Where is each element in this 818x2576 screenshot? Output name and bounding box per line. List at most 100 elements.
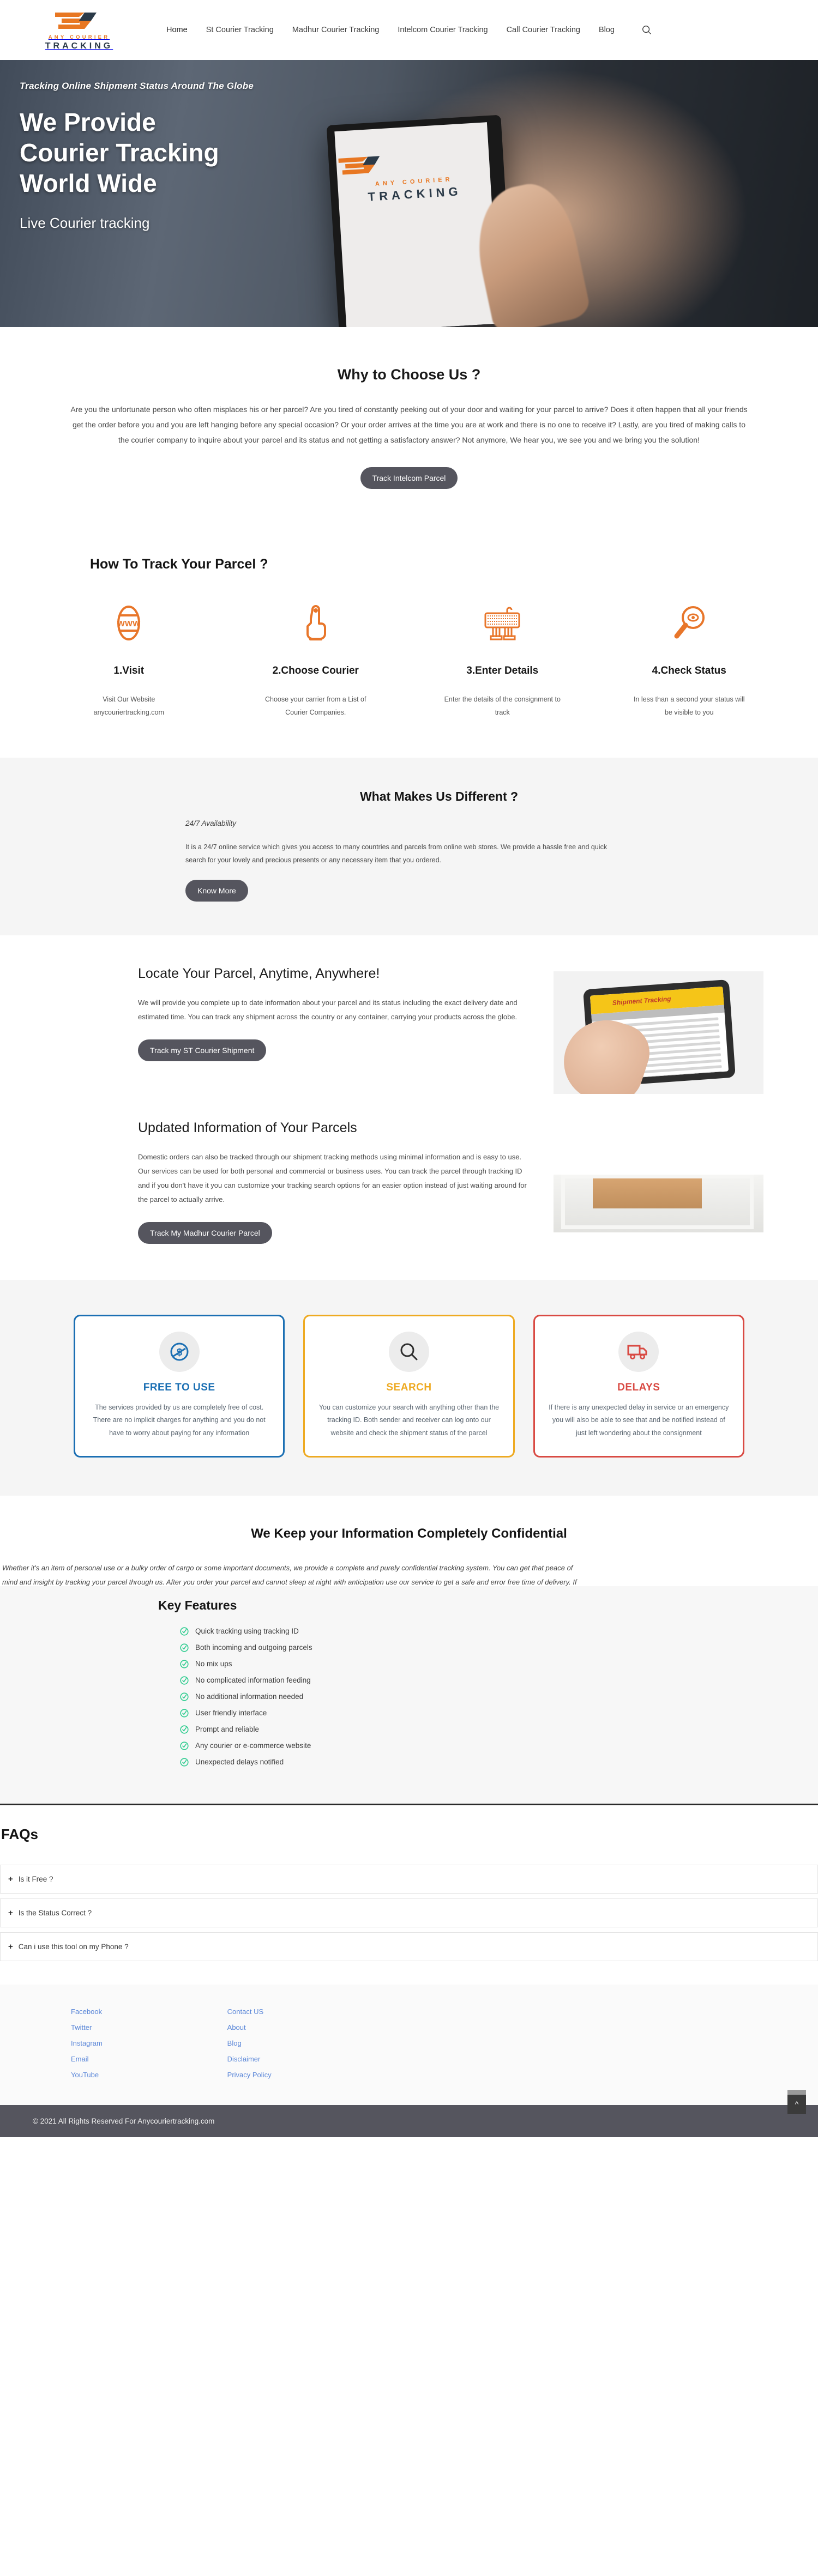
card-free-to-use-body: The services provided by us are complete… [93, 1404, 266, 1437]
hero-title: We Provide Courier Tracking World Wide [20, 107, 818, 198]
pointing-hand-icon [222, 603, 410, 643]
updated-information-section: Updated Information of Your Parcels Dome… [0, 1094, 818, 1280]
confidential-section: We Keep your Information Completely Conf… [0, 1495, 818, 1589]
footer-page-links: Contact US About Blog Disclaimer Privacy… [227, 2007, 384, 2087]
track-st-courier-shipment-button[interactable]: Track my ST Courier Shipment [138, 1039, 267, 1062]
step-choose-courier-name: 2.Choose Courier [272, 665, 359, 676]
footer-social-links: Facebook Twitter Instagram Email YouTube [71, 2007, 227, 2087]
confidential-body: Whether it's an item of personal use or … [0, 1561, 818, 1589]
logo-text-bottom: TRACKING [45, 41, 113, 51]
key-features-title: Key Features [158, 1598, 237, 1612]
footer-link-youtube[interactable]: YouTube [71, 2071, 227, 2079]
search-button[interactable] [642, 25, 652, 35]
step-visit-name: 1.Visit [113, 665, 145, 676]
check-circle-icon [180, 1660, 189, 1668]
footer-spacer-column [383, 2007, 540, 2087]
key-feature-item: Both incoming and outgoing parcels [180, 1643, 796, 1652]
footer-copyright-bar: © 2021 All Rights Reserved For Anycourie… [0, 2089, 818, 2137]
locate-parcel-section: Locate Your Parcel, Anytime, Anywhere! W… [0, 935, 818, 1095]
updated-title: Updated Information of Your Parcels [138, 1120, 357, 1136]
key-feature-item: User friendly interface [180, 1709, 796, 1718]
footer-link-privacy-policy[interactable]: Privacy Policy [227, 2071, 384, 2079]
track-madhur-courier-parcel-button[interactable]: Track My Madhur Courier Parcel [138, 1222, 272, 1244]
updated-parcel-image [554, 1167, 763, 1233]
how-to-track-steps: WWW 1.Visit Visit Our Website anycourier… [35, 603, 783, 719]
check-circle-icon [180, 1643, 189, 1652]
footer-link-contact-us[interactable]: Contact US [227, 2007, 384, 2016]
key-feature-label: No additional information needed [195, 1692, 304, 1701]
key-feature-label: Prompt and reliable [195, 1725, 260, 1734]
track-intelcom-parcel-button[interactable]: Track Intelcom Parcel [360, 467, 458, 489]
faq-item-use-on-phone[interactable]: + Can i use this tool on my Phone ? [0, 1932, 818, 1961]
site-logo[interactable]: ANY COURIER TRACKING [22, 9, 120, 51]
how-to-track-title: How To Track Your Parcel ? [90, 557, 268, 572]
svg-text:$: $ [177, 1347, 182, 1358]
faq-title: FAQs [1, 1825, 38, 1842]
nav-item-call-courier[interactable]: Call Courier Tracking [507, 26, 580, 34]
faq-list: + Is it Free ? + Is the Status Correct ?… [0, 1864, 818, 1961]
magnifier-eye-icon [596, 603, 783, 643]
footer-link-instagram[interactable]: Instagram [71, 2039, 227, 2047]
card-free-to-use-title: FREE TO USE [143, 1382, 215, 1394]
step-enter-details-desc: Enter the details of the consignment to … [444, 696, 561, 716]
key-feature-label: Any courier or e-commerce website [195, 1741, 311, 1750]
search-icon [642, 25, 652, 35]
plus-icon: + [8, 1874, 13, 1884]
faq-question: Can i use this tool on my Phone ? [18, 1942, 129, 1951]
how-to-track-section: How To Track Your Parcel ? WWW 1.Visit V… [0, 522, 818, 758]
delivery-truck-icon [618, 1332, 659, 1372]
check-circle-icon [180, 1758, 189, 1767]
step-enter-details-name: 3.Enter Details [466, 665, 539, 676]
faq-item-is-it-free[interactable]: + Is it Free ? [0, 1864, 818, 1894]
logo-mark-icon [53, 9, 105, 33]
key-feature-label: User friendly interface [195, 1709, 267, 1718]
no-money-icon: $ [159, 1332, 200, 1372]
svg-text:WWW: WWW [117, 619, 141, 628]
card-search-body: You can customize your search with anyth… [318, 1404, 500, 1437]
faq-item-status-correct[interactable]: + Is the Status Correct ? [0, 1898, 818, 1927]
key-feature-label: Unexpected delays notified [195, 1758, 284, 1767]
card-search-title: SEARCH [386, 1382, 432, 1394]
plus-icon: + [8, 1942, 13, 1951]
different-title: What Makes Us Different ? [359, 789, 519, 803]
footer-link-disclaimer[interactable]: Disclaimer [227, 2055, 384, 2063]
key-feature-item: No complicated information feeding [180, 1676, 796, 1685]
globe-www-icon: WWW [35, 603, 222, 643]
site-header: ANY COURIER TRACKING Home St Courier Tra… [0, 0, 818, 60]
faq-question: Is the Status Correct ? [18, 1908, 92, 1917]
footer-link-facebook[interactable]: Facebook [71, 2007, 227, 2016]
nav-item-blog[interactable]: Blog [599, 26, 615, 34]
key-feature-item: Prompt and reliable [180, 1725, 796, 1734]
why-choose-us-section: Why to Choose Us ? Are you the unfortuna… [0, 327, 818, 522]
card-delays-body: If there is any unexpected delay in serv… [549, 1404, 729, 1437]
footer-link-about[interactable]: About [227, 2023, 384, 2031]
check-circle-icon [180, 1676, 189, 1685]
check-circle-icon [180, 1725, 189, 1734]
key-feature-item: No mix ups [180, 1660, 796, 1668]
footer-link-blog[interactable]: Blog [227, 2039, 384, 2047]
footer-link-twitter[interactable]: Twitter [71, 2023, 227, 2031]
locate-body: We will provide you complete up to date … [138, 999, 518, 1021]
nav-item-intelcom[interactable]: Intelcom Courier Tracking [398, 26, 488, 34]
nav-item-st-courier[interactable]: St Courier Tracking [206, 26, 274, 34]
different-body: It is a 24/7 online service which gives … [185, 843, 608, 864]
step-enter-details: 3.Enter Details Enter the details of the… [409, 603, 596, 719]
card-free-to-use: $ FREE TO USE The services provided by u… [74, 1315, 285, 1458]
nav-item-home[interactable]: Home [166, 26, 188, 34]
hero-banner: ANY COURIER TRACKING Tracking Online Shi… [0, 60, 818, 327]
chevron-up-icon: ^ [795, 2100, 799, 2109]
plus-icon: + [8, 1908, 13, 1918]
step-check-status-name: 4.Check Status [652, 665, 726, 676]
nav-item-madhur[interactable]: Madhur Courier Tracking [292, 26, 380, 34]
key-feature-label: No complicated information feeding [195, 1676, 311, 1685]
confidential-title: We Keep your Information Completely Conf… [251, 1526, 567, 1541]
know-more-button[interactable]: Know More [185, 880, 248, 902]
why-body: Are you the unfortunate person who often… [70, 405, 748, 444]
footer-link-email[interactable]: Email [71, 2055, 227, 2063]
back-to-top-button[interactable]: ^ [787, 2089, 806, 2114]
updated-body: Domestic orders can also be tracked thro… [138, 1153, 527, 1204]
key-feature-label: No mix ups [195, 1660, 232, 1668]
faq-section: FAQs + Is it Free ? + Is the Status Corr… [0, 1803, 818, 1985]
card-delays: DELAYS If there is any unexpected delay … [533, 1315, 744, 1458]
hero-title-line-1: We Provide [20, 108, 156, 136]
